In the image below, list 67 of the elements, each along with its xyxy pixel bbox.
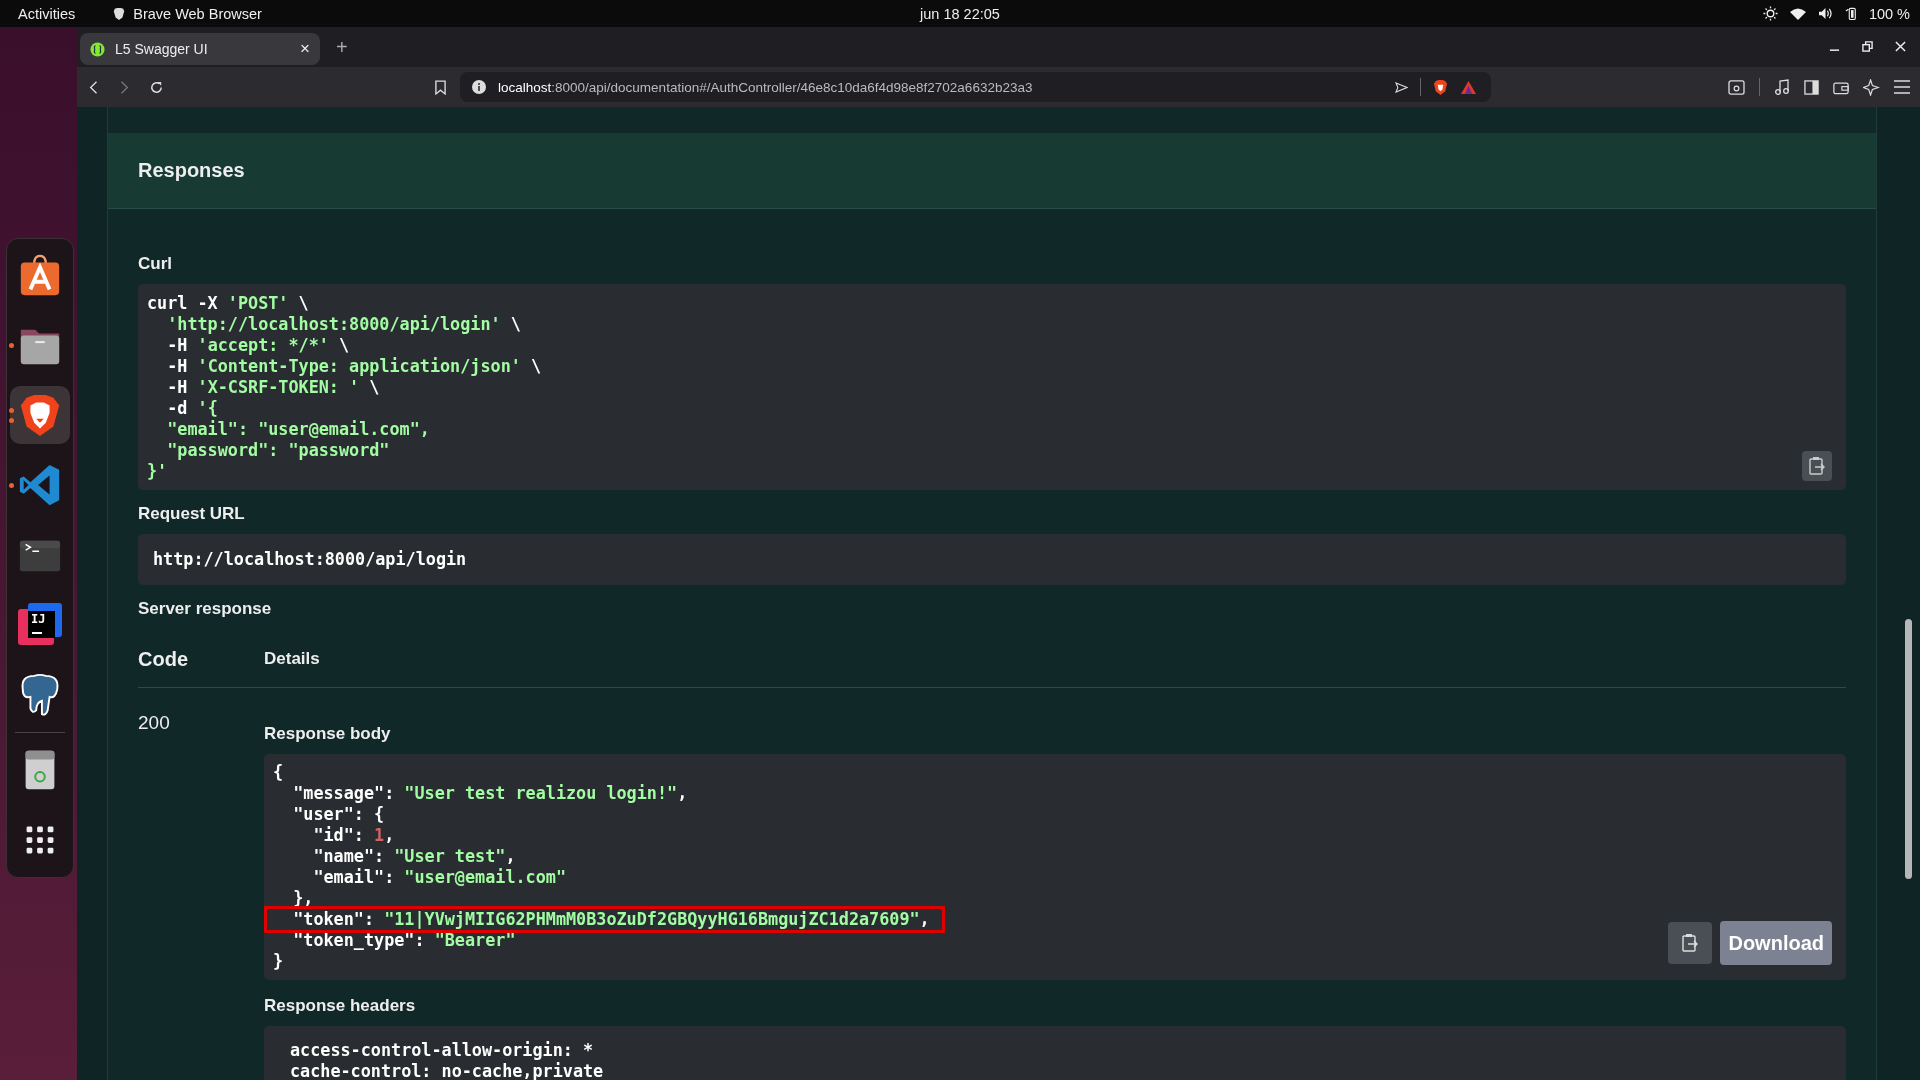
code-line: 'http://localhost:8000/api/login' \ [166, 314, 521, 335]
restore-icon[interactable] [1862, 41, 1873, 52]
close-icon[interactable] [1895, 41, 1906, 52]
code-line: } [273, 951, 284, 972]
dock-item-selected[interactable] [10, 386, 70, 444]
request-url-label: Request URL [138, 504, 246, 524]
browser-tab[interactable]: L5 Swagger UI × [80, 33, 320, 65]
column-header: Details [264, 649, 321, 669]
sidebar-icon[interactable] [1804, 79, 1819, 95]
code-line: "name": "User test", [312, 846, 516, 867]
screenshot-search-icon[interactable] [1728, 79, 1745, 95]
battery-percent: 100 % [1868, 5, 1910, 22]
scrollbar-thumb[interactable] [1905, 619, 1912, 879]
address-bar[interactable]: localhost:8000/api/documentation#/AuthController/46e8c10da6f4d98e8f2702a6632b23a3 [460, 72, 1491, 102]
clipboard-icon [1808, 456, 1826, 476]
code-line: -H 'X-CSRF-TOKEN: ' \ [166, 377, 380, 398]
music-note-icon[interactable] [1774, 79, 1790, 95]
code-line: }' [147, 461, 168, 482]
bookmark-icon[interactable] [435, 79, 446, 95]
triangle-icon[interactable] [1460, 79, 1477, 95]
response-headers-label: Response headers [264, 996, 417, 1016]
server-response-label: Server response [138, 599, 273, 619]
volume-icon[interactable] [1817, 7, 1833, 20]
code-line: curl -X 'POST' \ [147, 293, 309, 314]
curl-label: Curl [138, 254, 173, 274]
download-button[interactable]: Download [1720, 921, 1832, 965]
code-line: "email": "user@email.com" [312, 867, 566, 888]
app-name[interactable]: Brave Web Browser [133, 5, 262, 22]
activities-button[interactable]: Activities [18, 5, 76, 22]
code-line: "token": "11|YVwjMIIG62PHMmM0B3oZuDf2GBQyyHG16BmgujZC1d2a7609", [267, 909, 942, 930]
code-line: -H 'accept: */*' \ [166, 335, 350, 356]
code-line: "id": 1, [312, 825, 395, 846]
info-icon[interactable] [472, 80, 486, 94]
tab-favicon-icon [90, 41, 105, 57]
back-icon[interactable] [89, 79, 99, 95]
request-url-value: http://localhost:8000/api/login [138, 534, 1846, 585]
wallet-icon[interactable] [1833, 79, 1849, 95]
battery-icon[interactable] [1844, 6, 1857, 21]
send-icon[interactable] [1395, 81, 1408, 93]
column-header: Code [138, 647, 189, 671]
new-tab-button[interactable]: + [336, 36, 348, 59]
code-line: "message": "User test realizou login!", [292, 783, 688, 804]
status-code: 200 [138, 712, 171, 735]
code-line: -H 'Content-Type: application/json' \ [166, 356, 542, 377]
code-line: -d '{ [166, 398, 218, 419]
section-title: Responses [138, 159, 245, 182]
response-body-label: Response body [264, 724, 392, 744]
code-line: access-control-allow-origin: * [290, 1040, 594, 1061]
close-tab-button[interactable]: × [300, 39, 310, 59]
copy-button[interactable] [1802, 451, 1832, 481]
brightness-icon[interactable] [1762, 6, 1778, 21]
code-line: "token_type": "Bearer" [292, 930, 516, 951]
code-line: "password": "password" [166, 440, 390, 461]
clock[interactable]: jun 18 22:05 [920, 5, 1000, 22]
wifi-icon[interactable] [1789, 7, 1806, 20]
dock-item[interactable]: IJ [10, 596, 70, 654]
reload-icon[interactable] [149, 79, 164, 95]
sparkle-icon[interactable] [1863, 78, 1880, 96]
code-line: "user": { [292, 804, 385, 825]
code-line: cache-control: no-cache,private [290, 1061, 604, 1080]
clipboard-icon [1681, 933, 1700, 953]
copy-button[interactable] [1668, 922, 1713, 964]
menu-icon[interactable] [1894, 80, 1910, 94]
code-line: "email": "user@email.com", [166, 419, 430, 440]
code-line: }, [292, 888, 314, 909]
code-line: { [273, 762, 284, 783]
forward-icon[interactable] [119, 79, 129, 95]
